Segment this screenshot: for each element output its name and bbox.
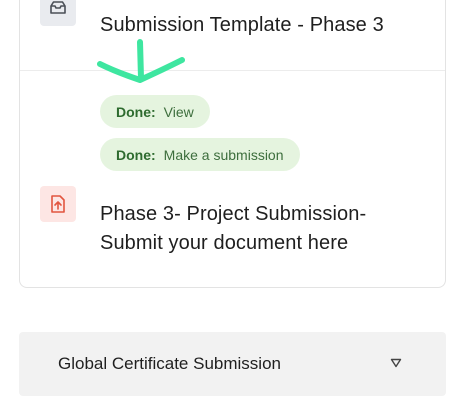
- folder-icon: [40, 0, 76, 26]
- activity-title-submission-template[interactable]: Submission Template - Phase 3: [100, 11, 384, 40]
- action-label: View: [163, 103, 194, 120]
- divider: [20, 70, 445, 71]
- done-label: Done:: [116, 146, 156, 163]
- global-certificate-accordion[interactable]: Global Certificate Submission: [19, 332, 446, 396]
- upload-file-icon: [40, 186, 76, 222]
- activity-title-project-submission[interactable]: Phase 3- Project Submission- Submit your…: [100, 200, 430, 258]
- annotation-arrow-icon: [97, 39, 185, 83]
- accordion-label: Global Certificate Submission: [58, 354, 281, 373]
- status-pill-make-submission[interactable]: Done: Make a submission: [100, 138, 300, 171]
- chevron-down-icon[interactable]: [390, 358, 402, 368]
- status-pill-view[interactable]: Done: View: [100, 95, 210, 128]
- activity-card: Submission Template - Phase 3 Done: View…: [19, 0, 446, 288]
- action-label: Make a submission: [163, 146, 284, 163]
- done-label: Done:: [116, 103, 156, 120]
